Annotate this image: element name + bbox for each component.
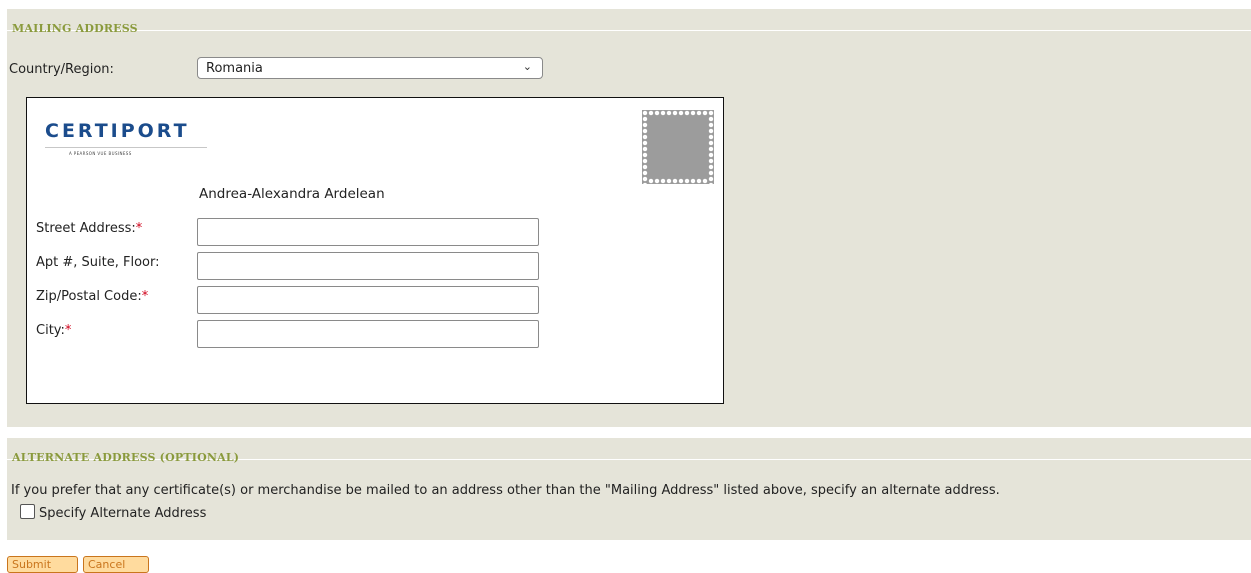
logo-wordmark: CERTIPORT (45, 120, 190, 142)
logo-tagline: A PEARSON VUE BUSINESS (69, 151, 132, 156)
alternate-description: If you prefer that any certificate(s) or… (11, 483, 1000, 498)
mailing-section-title: MAILING ADDRESS (7, 9, 1251, 35)
cancel-button[interactable]: Cancel (83, 556, 149, 573)
street-address-label: Street Address:* (36, 221, 143, 236)
submit-button[interactable]: Submit (7, 556, 78, 573)
country-select-value: Romania (206, 61, 263, 76)
apt-suite-floor-label: Apt #, Suite, Floor: (36, 255, 160, 270)
street-address-input[interactable] (197, 218, 539, 246)
alternate-address-checkbox-label: Specify Alternate Address (39, 506, 207, 521)
envelope-card: CERTIPORT A PEARSON VUE BUSINESS Andrea-… (26, 97, 724, 404)
city-label: City:* (36, 323, 72, 338)
logo-divider (45, 147, 207, 148)
required-mark: * (141, 289, 149, 304)
mailing-address-panel: MAILING ADDRESS Country/Region: Romania … (7, 9, 1251, 427)
alternate-address-toggle[interactable]: Specify Alternate Address (20, 504, 206, 521)
recipient-name: Andrea-Alexandra Ardelean (199, 186, 385, 202)
required-mark: * (135, 221, 143, 236)
required-mark: * (64, 323, 72, 338)
city-input[interactable] (197, 320, 539, 348)
alternate-address-checkbox[interactable] (20, 504, 35, 519)
country-label: Country/Region: (9, 62, 114, 77)
country-select[interactable]: Romania ⌄ (197, 57, 543, 79)
chevron-down-icon: ⌄ (522, 60, 532, 73)
zip-postal-code-input[interactable] (197, 286, 539, 314)
apt-suite-floor-input[interactable] (197, 252, 539, 280)
stamp-icon (642, 110, 714, 184)
certiport-logo: CERTIPORT A PEARSON VUE BUSINESS (45, 114, 215, 158)
zip-postal-code-label: Zip/Postal Code:* (36, 289, 149, 304)
alternate-address-panel: ALTERNATE ADDRESS (OPTIONAL) If you pref… (7, 438, 1251, 540)
alternate-section-title: ALTERNATE ADDRESS (OPTIONAL) (7, 438, 1251, 464)
